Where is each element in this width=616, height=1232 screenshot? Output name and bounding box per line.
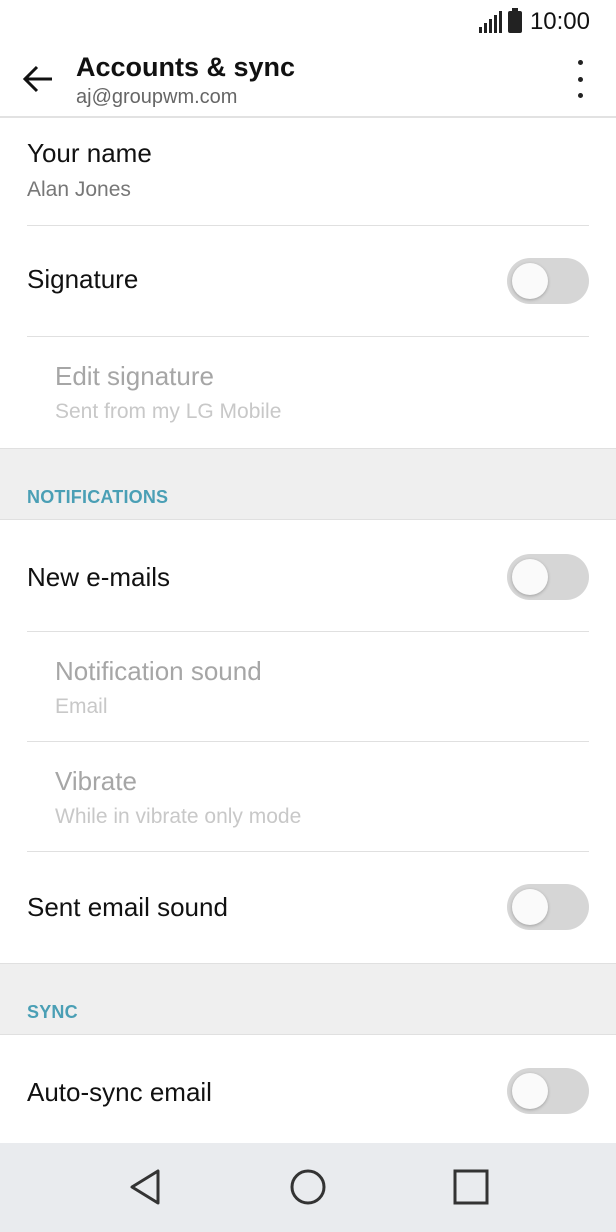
- new-emails-item[interactable]: New e-mails: [0, 520, 616, 632]
- auto-sync-label: Auto-sync email: [27, 1077, 212, 1107]
- your-name-value: Alan Jones: [27, 178, 131, 201]
- auto-sync-toggle[interactable]: [507, 1068, 589, 1114]
- account-email: aj@groupwm.com: [76, 86, 238, 108]
- notifications-header-label: NOTIFICATIONS: [27, 487, 169, 507]
- app-bar: Accounts & sync aj@groupwm.com: [0, 44, 616, 118]
- sync-header-label: SYNC: [27, 1002, 78, 1022]
- notification-sound-value: Email: [55, 695, 108, 718]
- signature-item[interactable]: Signature: [0, 226, 616, 337]
- auto-sync-item[interactable]: Auto-sync email: [0, 1035, 616, 1146]
- triangle-left-icon: [130, 1169, 160, 1205]
- back-button[interactable]: [18, 58, 60, 100]
- sent-email-sound-item[interactable]: Sent email sound: [0, 852, 616, 963]
- your-name-item[interactable]: Your name Alan Jones: [0, 118, 616, 226]
- status-time: 10:00: [529, 8, 590, 35]
- arrow-left-icon: [22, 65, 52, 93]
- edit-signature-item[interactable]: Edit signature Sent from my LG Mobile: [0, 337, 616, 448]
- square-icon: [453, 1169, 489, 1205]
- battery-icon: [507, 8, 522, 33]
- status-bar: 10:00: [0, 0, 616, 44]
- new-emails-toggle[interactable]: [507, 554, 589, 600]
- vibrate-label: Vibrate: [55, 766, 137, 796]
- vibrate-item[interactable]: Vibrate While in vibrate only mode: [0, 742, 616, 852]
- sync-section-header: SYNC: [0, 963, 616, 1035]
- signature-toggle[interactable]: [507, 258, 589, 304]
- more-vertical-icon: [577, 60, 583, 65]
- page-title: Accounts & sync: [76, 52, 296, 82]
- settings-list: Your name Alan Jones Signature Edit sign…: [0, 118, 616, 1146]
- notification-sound-label: Notification sound: [55, 656, 262, 686]
- nav-home-button[interactable]: [286, 1165, 330, 1209]
- signal-icon: [478, 11, 502, 33]
- status-icons: 10:00: [478, 6, 590, 38]
- more-options-button[interactable]: [568, 58, 592, 100]
- system-nav-bar: [0, 1143, 616, 1232]
- notifications-section-header: NOTIFICATIONS: [0, 448, 616, 520]
- new-emails-label: New e-mails: [27, 562, 171, 592]
- sent-email-sound-toggle[interactable]: [507, 884, 589, 930]
- edit-signature-label: Edit signature: [55, 361, 214, 391]
- your-name-label: Your name: [27, 138, 152, 168]
- sent-email-sound-label: Sent email sound: [27, 892, 228, 922]
- nav-back-button[interactable]: [124, 1165, 168, 1209]
- edit-signature-value: Sent from my LG Mobile: [55, 400, 282, 423]
- nav-recents-button[interactable]: [449, 1165, 493, 1209]
- circle-icon: [290, 1169, 326, 1205]
- vibrate-value: While in vibrate only mode: [55, 805, 302, 828]
- signature-label: Signature: [27, 264, 139, 294]
- notification-sound-item[interactable]: Notification sound Email: [0, 632, 616, 742]
